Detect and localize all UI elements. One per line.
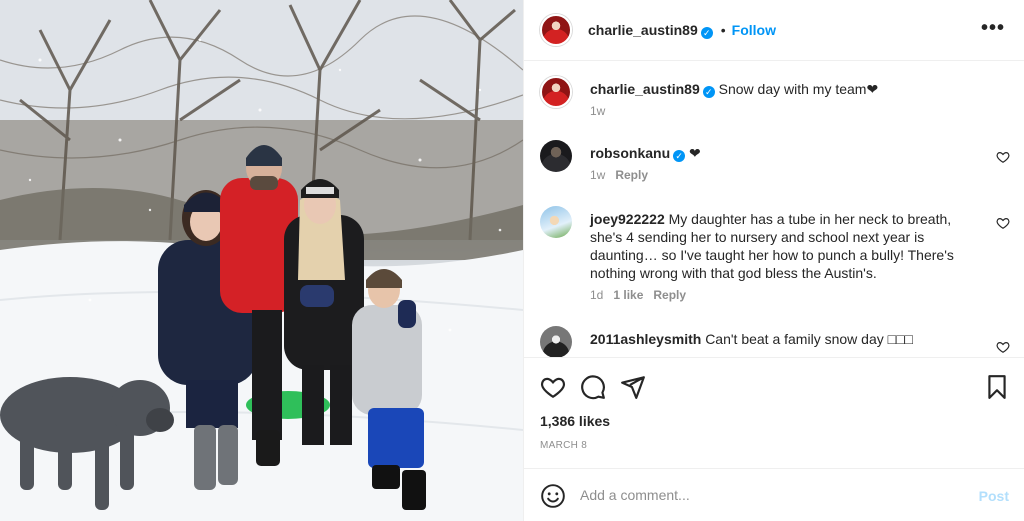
likes-count[interactable]: 1,386 likes — [540, 413, 610, 429]
comment-item: robsonkanu ✓ ❤ 1w Reply — [540, 140, 1010, 196]
post-date[interactable]: MARCH 8 — [540, 440, 587, 451]
follow-button[interactable]: Follow — [732, 22, 776, 38]
post-side-panel: charlie_austin89 ✓ • Follow ••• charlie_aus… — [523, 0, 1024, 521]
bookmark-icon[interactable] — [984, 374, 1010, 400]
comments-list[interactable]: charlie_austin89 ✓ Snow day with my team❤… — [524, 62, 1024, 358]
verified-badge-icon: ✓ — [702, 86, 715, 98]
comment-item: 2011ashleysmith Can't beat a family snow… — [540, 326, 1010, 357]
caption-username[interactable]: charlie_austin89 — [590, 81, 700, 97]
comment-time[interactable]: 1d — [590, 288, 603, 302]
more-options-icon[interactable]: ••• — [981, 18, 1005, 38]
verified-badge-icon: ✓ — [673, 150, 686, 162]
comment-like-heart-icon[interactable] — [996, 340, 1010, 354]
author-username[interactable]: charlie_austin89 — [588, 22, 698, 38]
comment-avatar[interactable] — [540, 206, 572, 238]
comment-text: ❤ — [689, 145, 701, 161]
comment-input[interactable] — [580, 482, 960, 508]
caption-meta: 1w — [590, 102, 975, 120]
comment-body: 2011ashleysmith Can't beat a family snow… — [590, 330, 975, 348]
author-avatar[interactable] — [540, 14, 572, 46]
comment-meta: 1w Reply — [590, 166, 975, 184]
comment-like-heart-icon[interactable] — [996, 216, 1010, 230]
reply-button[interactable]: Reply — [653, 288, 686, 302]
comment-like-count[interactable]: 1 like — [613, 288, 643, 302]
comment-meta: 1d 1 like Reply — [590, 286, 975, 304]
author-line: charlie_austin89 ✓ • Follow — [588, 21, 776, 39]
comment-bubble-icon[interactable] — [580, 374, 606, 400]
comment-body: robsonkanu ✓ ❤ 1w Reply — [590, 144, 975, 184]
verified-badge-icon: ✓ — [700, 27, 713, 39]
comment-avatar[interactable] — [540, 140, 572, 172]
comment-item: joey922222 My daughter has a tube in her… — [540, 206, 1010, 306]
post-header: charlie_austin89 ✓ • Follow ••• — [524, 0, 1024, 61]
heart-icon[interactable] — [540, 374, 566, 400]
separator-dot: • — [720, 22, 726, 38]
comment-text: Can't beat a family snow day □□□ — [705, 331, 913, 347]
post-photo[interactable] — [0, 0, 523, 521]
comment-time[interactable]: 1w — [590, 168, 605, 182]
caption-time[interactable]: 1w — [590, 104, 605, 118]
smiley-icon[interactable] — [540, 483, 566, 509]
comment-body: joey922222 My daughter has a tube in her… — [590, 210, 975, 304]
add-comment-bar: Post — [524, 470, 1024, 521]
comment-avatar[interactable] — [540, 326, 572, 357]
paper-plane-icon[interactable] — [620, 374, 646, 400]
post-actions: 1,386 likes MARCH 8 — [524, 359, 1024, 469]
caption: charlie_austin89 ✓ Snow day with my team❤… — [540, 76, 1010, 126]
post-photo-illustration — [0, 0, 523, 521]
comment-username[interactable]: joey922222 — [590, 211, 665, 227]
comment-username[interactable]: 2011ashleysmith — [590, 331, 701, 347]
comment-like-heart-icon[interactable] — [996, 150, 1010, 164]
caption-avatar[interactable] — [540, 76, 572, 108]
reply-button[interactable]: Reply — [615, 168, 648, 182]
caption-text: Snow day with my team❤ — [718, 81, 879, 97]
caption-body: charlie_austin89 ✓ Snow day with my team❤… — [590, 80, 975, 120]
comment-username[interactable]: robsonkanu — [590, 145, 670, 161]
post-button[interactable]: Post — [979, 488, 1009, 504]
